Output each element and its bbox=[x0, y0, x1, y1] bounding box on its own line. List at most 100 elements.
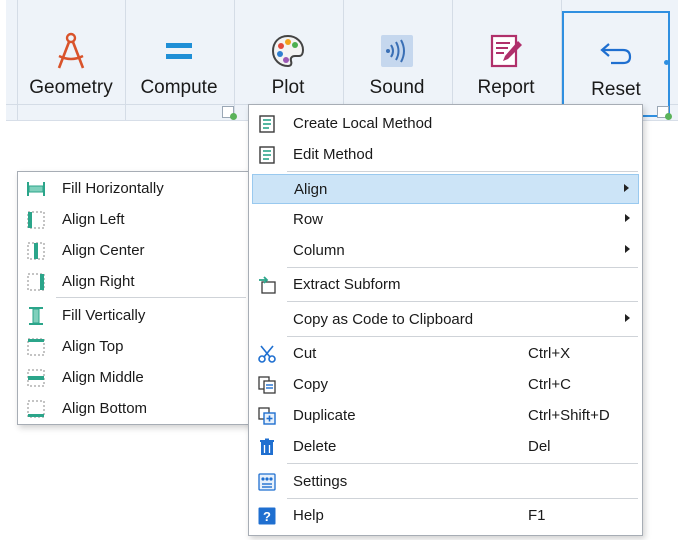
menu-item-align-center[interactable]: Align Center bbox=[18, 236, 250, 266]
reset-label: Reset bbox=[591, 79, 641, 100]
compute-label: Compute bbox=[140, 77, 218, 98]
submenu-arrow-icon bbox=[625, 314, 630, 322]
menu-item-label: Edit Method bbox=[293, 146, 374, 163]
align-submenu: Fill Horizontally Align Left Align Cente… bbox=[17, 171, 251, 425]
duplicate-icon bbox=[258, 407, 276, 425]
method-badge-icon bbox=[657, 106, 672, 120]
menu-separator bbox=[287, 463, 638, 464]
menu-item-shortcut: Ctrl+C bbox=[528, 376, 571, 393]
toolbar-ribbon: Geometry Compute Plot Sound Report Reset bbox=[6, 0, 678, 121]
align-bottom-icon bbox=[27, 400, 45, 418]
menu-item-label: Align Bottom bbox=[62, 400, 148, 417]
submenu-arrow-icon bbox=[624, 184, 629, 192]
copy-icon bbox=[258, 376, 276, 394]
report-button[interactable]: Report bbox=[452, 0, 560, 104]
menu-separator bbox=[287, 301, 638, 302]
trash-icon bbox=[258, 438, 276, 456]
menu-separator bbox=[287, 267, 638, 268]
align-right-icon bbox=[27, 273, 45, 291]
align-center-icon bbox=[27, 242, 45, 260]
menu-item-create-local-method[interactable]: Create Local Method bbox=[249, 109, 642, 139]
menu-item-align-right[interactable]: Align Right bbox=[18, 267, 250, 297]
menu-separator bbox=[287, 336, 638, 337]
menu-item-cut[interactable]: Cut Ctrl+X bbox=[249, 339, 642, 369]
menu-separator bbox=[287, 498, 638, 499]
compass-icon bbox=[53, 27, 89, 75]
report-label: Report bbox=[477, 77, 535, 98]
report-edit-icon bbox=[488, 27, 524, 75]
resize-handle[interactable] bbox=[664, 60, 669, 65]
menu-item-label: Align Middle bbox=[62, 369, 144, 386]
settings-icon bbox=[258, 473, 276, 491]
help-icon: ? bbox=[258, 507, 276, 525]
palette-icon bbox=[270, 27, 306, 75]
submenu-arrow-icon bbox=[625, 214, 630, 222]
menu-item-fill-horizontally[interactable]: Fill Horizontally bbox=[18, 174, 250, 204]
menu-item-fill-vertically[interactable]: Fill Vertically bbox=[18, 301, 250, 331]
menu-item-label: Delete bbox=[293, 438, 337, 455]
menu-item-help[interactable]: ? Help F1 bbox=[249, 501, 642, 531]
context-menu: Create Local Method Edit Method Align Ro… bbox=[248, 104, 643, 536]
menu-item-label: Copy as Code to Clipboard bbox=[293, 311, 474, 328]
menu-item-column[interactable]: Column bbox=[249, 236, 642, 266]
menu-separator bbox=[56, 297, 246, 298]
plot-button[interactable]: Plot bbox=[234, 0, 342, 104]
menu-item-shortcut: Ctrl+X bbox=[528, 345, 571, 362]
menu-item-delete[interactable]: Delete Del bbox=[249, 432, 642, 462]
sound-label: Sound bbox=[369, 77, 425, 98]
geometry-label: Geometry bbox=[29, 77, 113, 98]
menu-item-label: Align Right bbox=[62, 273, 135, 290]
menu-item-extract-subform[interactable]: Extract Subform bbox=[249, 270, 642, 300]
menu-item-shortcut: Del bbox=[528, 438, 551, 455]
menu-item-label: Row bbox=[293, 211, 324, 228]
submenu-arrow-icon bbox=[625, 245, 630, 253]
menu-item-align-middle[interactable]: Align Middle bbox=[18, 363, 250, 393]
menu-item-align-top[interactable]: Align Top bbox=[18, 332, 250, 362]
align-left-icon bbox=[27, 211, 45, 229]
menu-item-copy-as-code[interactable]: Copy as Code to Clipboard bbox=[249, 305, 642, 335]
align-top-icon bbox=[27, 338, 45, 356]
method-badge-icon bbox=[222, 106, 237, 120]
reset-button[interactable]: Reset bbox=[562, 11, 670, 117]
menu-item-label: Fill Horizontally bbox=[62, 180, 164, 197]
sound-button[interactable]: Sound bbox=[343, 0, 451, 104]
menu-item-label: Duplicate bbox=[293, 407, 356, 424]
scissors-icon bbox=[258, 345, 276, 363]
menu-item-edit-method[interactable]: Edit Method bbox=[249, 140, 642, 170]
menu-item-copy[interactable]: Copy Ctrl+C bbox=[249, 370, 642, 400]
geometry-button[interactable]: Geometry bbox=[17, 0, 125, 104]
menu-item-label: Align bbox=[294, 181, 328, 198]
fill-vertically-icon bbox=[27, 307, 45, 325]
menu-item-label: Cut bbox=[293, 345, 317, 362]
equals-icon bbox=[164, 27, 194, 75]
menu-item-duplicate[interactable]: Duplicate Ctrl+Shift+D bbox=[249, 401, 642, 431]
extract-subform-icon bbox=[258, 276, 276, 294]
plot-label: Plot bbox=[271, 77, 305, 98]
menu-item-row[interactable]: Row bbox=[249, 205, 642, 235]
menu-item-label: Extract Subform bbox=[293, 276, 401, 293]
sound-wave-icon bbox=[379, 27, 415, 75]
menu-item-label: Align Left bbox=[62, 211, 125, 228]
menu-item-label: Settings bbox=[293, 473, 348, 490]
compute-button[interactable]: Compute bbox=[125, 0, 233, 104]
menu-item-label: Column bbox=[293, 242, 345, 259]
menu-item-shortcut: F1 bbox=[528, 507, 546, 524]
undo-arrow-icon bbox=[599, 29, 633, 77]
fill-horizontally-icon bbox=[27, 180, 45, 198]
menu-item-align-bottom[interactable]: Align Bottom bbox=[18, 394, 250, 424]
menu-item-label: Align Center bbox=[62, 242, 145, 259]
menu-separator bbox=[287, 171, 638, 172]
menu-item-label: Align Top bbox=[62, 338, 124, 355]
menu-item-align-left[interactable]: Align Left bbox=[18, 205, 250, 235]
svg-text:?: ? bbox=[263, 509, 271, 524]
menu-item-shortcut: Ctrl+Shift+D bbox=[528, 407, 610, 424]
menu-item-label: Create Local Method bbox=[293, 115, 433, 132]
menu-item-label: Help bbox=[293, 507, 324, 524]
menu-item-label: Fill Vertically bbox=[62, 307, 146, 324]
method-doc-icon bbox=[258, 115, 276, 133]
menu-item-align[interactable]: Align bbox=[252, 174, 639, 204]
menu-item-label: Copy bbox=[293, 376, 329, 393]
menu-item-settings[interactable]: Settings bbox=[249, 467, 642, 497]
align-middle-icon bbox=[27, 369, 45, 387]
method-doc-icon bbox=[258, 146, 276, 164]
